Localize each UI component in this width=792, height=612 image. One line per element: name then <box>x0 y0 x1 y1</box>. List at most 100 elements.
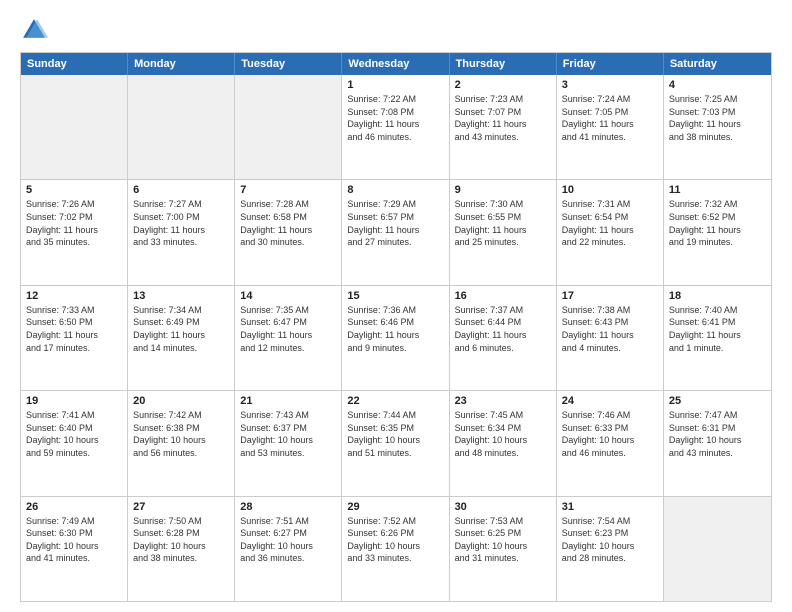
calendar-cell: 16 Sunrise: 7:37 AM Sunset: 6:44 PM Dayli… <box>450 286 557 390</box>
day-number: 27 <box>133 501 229 513</box>
calendar-cell: 17 Sunrise: 7:38 AM Sunset: 6:43 PM Dayli… <box>557 286 664 390</box>
cell-detail: Sunrise: 7:38 AM Sunset: 6:43 PM Dayligh… <box>562 304 658 354</box>
cell-detail: Sunrise: 7:35 AM Sunset: 6:47 PM Dayligh… <box>240 304 336 354</box>
calendar-cell: 31Sunrise: 7:54 AM Sunset: 6:23 PM Dayli… <box>557 497 664 601</box>
calendar-cell <box>21 75 128 179</box>
cell-detail: Sunrise: 7:52 AM Sunset: 6:26 PM Dayligh… <box>347 515 443 565</box>
calendar-cell: 12 Sunrise: 7:33 AM Sunset: 6:50 PM Dayli… <box>21 286 128 390</box>
cell-detail: Sunrise: 7:33 AM Sunset: 6:50 PM Dayligh… <box>26 304 122 354</box>
calendar-cell: 27 Sunrise: 7:50 AM Sunset: 6:28 PM Dayli… <box>128 497 235 601</box>
day-number: 28 <box>240 501 336 513</box>
calendar-cell: 14 Sunrise: 7:35 AM Sunset: 6:47 PM Dayli… <box>235 286 342 390</box>
calendar-cell: 23 Sunrise: 7:45 AM Sunset: 6:34 PM Dayli… <box>450 391 557 495</box>
cell-detail: Sunrise: 7:32 AM Sunset: 6:52 PM Dayligh… <box>669 198 766 248</box>
calendar-cell: 7 Sunrise: 7:28 AM Sunset: 6:58 PM Daylig… <box>235 180 342 284</box>
day-number: 10 <box>562 184 658 196</box>
day-number: 13 <box>133 290 229 302</box>
cell-detail: Sunrise: 7:25 AM Sunset: 7:03 PM Dayligh… <box>669 93 766 143</box>
cell-detail: Sunrise: 7:44 AM Sunset: 6:35 PM Dayligh… <box>347 409 443 459</box>
calendar-cell: 21 Sunrise: 7:43 AM Sunset: 6:37 PM Dayli… <box>235 391 342 495</box>
calendar-cell: 15Sunrise: 7:36 AM Sunset: 6:46 PM Dayli… <box>342 286 449 390</box>
calendar: SundayMondayTuesdayWednesdayThursdayFrid… <box>20 52 772 602</box>
cell-detail: Sunrise: 7:37 AM Sunset: 6:44 PM Dayligh… <box>455 304 551 354</box>
cell-detail: Sunrise: 7:45 AM Sunset: 6:34 PM Dayligh… <box>455 409 551 459</box>
day-number: 11 <box>669 184 766 196</box>
day-number: 29 <box>347 501 443 513</box>
cell-detail: Sunrise: 7:40 AM Sunset: 6:41 PM Dayligh… <box>669 304 766 354</box>
cell-detail: Sunrise: 7:51 AM Sunset: 6:27 PM Dayligh… <box>240 515 336 565</box>
cell-detail: Sunrise: 7:41 AM Sunset: 6:40 PM Dayligh… <box>26 409 122 459</box>
cell-detail: Sunrise: 7:53 AM Sunset: 6:25 PM Dayligh… <box>455 515 551 565</box>
day-number: 9 <box>455 184 551 196</box>
header-day-monday: Monday <box>128 53 235 75</box>
header-day-tuesday: Tuesday <box>235 53 342 75</box>
day-number: 20 <box>133 395 229 407</box>
day-number: 8 <box>347 184 443 196</box>
calendar-cell: 1 Sunrise: 7:22 AM Sunset: 7:08 PM Daylig… <box>342 75 449 179</box>
calendar-cell <box>128 75 235 179</box>
logo-icon <box>20 16 48 44</box>
calendar-cell: 22 Sunrise: 7:44 AM Sunset: 6:35 PM Dayli… <box>342 391 449 495</box>
calendar-cell <box>664 497 771 601</box>
cell-detail: Sunrise: 7:47 AM Sunset: 6:31 PM Dayligh… <box>669 409 766 459</box>
calendar-cell: 26Sunrise: 7:49 AM Sunset: 6:30 PM Dayli… <box>21 497 128 601</box>
cell-detail: Sunrise: 7:30 AM Sunset: 6:55 PM Dayligh… <box>455 198 551 248</box>
calendar-cell: 19 Sunrise: 7:41 AM Sunset: 6:40 PM Dayli… <box>21 391 128 495</box>
calendar-row-0: 1 Sunrise: 7:22 AM Sunset: 7:08 PM Daylig… <box>21 75 771 179</box>
day-number: 23 <box>455 395 551 407</box>
calendar-cell: 2Sunrise: 7:23 AM Sunset: 7:07 PM Daylig… <box>450 75 557 179</box>
calendar-body: 1 Sunrise: 7:22 AM Sunset: 7:08 PM Daylig… <box>21 75 771 601</box>
day-number: 3 <box>562 79 658 91</box>
day-number: 16 <box>455 290 551 302</box>
cell-detail: Sunrise: 7:27 AM Sunset: 7:00 PM Dayligh… <box>133 198 229 248</box>
day-number: 6 <box>133 184 229 196</box>
cell-detail: Sunrise: 7:31 AM Sunset: 6:54 PM Dayligh… <box>562 198 658 248</box>
header-day-thursday: Thursday <box>450 53 557 75</box>
calendar-cell: 13 Sunrise: 7:34 AM Sunset: 6:49 PM Dayli… <box>128 286 235 390</box>
calendar-cell: 10 Sunrise: 7:31 AM Sunset: 6:54 PM Dayli… <box>557 180 664 284</box>
header-day-sunday: Sunday <box>21 53 128 75</box>
calendar-header: SundayMondayTuesdayWednesdayThursdayFrid… <box>21 53 771 75</box>
day-number: 14 <box>240 290 336 302</box>
calendar-cell: 9 Sunrise: 7:30 AM Sunset: 6:55 PM Daylig… <box>450 180 557 284</box>
day-number: 12 <box>26 290 122 302</box>
day-number: 24 <box>562 395 658 407</box>
calendar-cell <box>235 75 342 179</box>
logo <box>20 16 52 44</box>
cell-detail: Sunrise: 7:23 AM Sunset: 7:07 PM Dayligh… <box>455 93 551 143</box>
calendar-cell: 6 Sunrise: 7:27 AM Sunset: 7:00 PM Daylig… <box>128 180 235 284</box>
day-number: 7 <box>240 184 336 196</box>
calendar-cell: 28 Sunrise: 7:51 AM Sunset: 6:27 PM Dayli… <box>235 497 342 601</box>
calendar-cell: 3Sunrise: 7:24 AM Sunset: 7:05 PM Daylig… <box>557 75 664 179</box>
calendar-row-1: 5Sunrise: 7:26 AM Sunset: 7:02 PM Daylig… <box>21 179 771 284</box>
cell-detail: Sunrise: 7:34 AM Sunset: 6:49 PM Dayligh… <box>133 304 229 354</box>
cell-detail: Sunrise: 7:28 AM Sunset: 6:58 PM Dayligh… <box>240 198 336 248</box>
day-number: 31 <box>562 501 658 513</box>
day-number: 1 <box>347 79 443 91</box>
calendar-cell: 4Sunrise: 7:25 AM Sunset: 7:03 PM Daylig… <box>664 75 771 179</box>
calendar-row-4: 26Sunrise: 7:49 AM Sunset: 6:30 PM Dayli… <box>21 496 771 601</box>
day-number: 19 <box>26 395 122 407</box>
day-number: 18 <box>669 290 766 302</box>
calendar-cell: 30 Sunrise: 7:53 AM Sunset: 6:25 PM Dayli… <box>450 497 557 601</box>
day-number: 22 <box>347 395 443 407</box>
day-number: 30 <box>455 501 551 513</box>
day-number: 21 <box>240 395 336 407</box>
header-day-friday: Friday <box>557 53 664 75</box>
header <box>20 16 772 44</box>
calendar-cell: 5Sunrise: 7:26 AM Sunset: 7:02 PM Daylig… <box>21 180 128 284</box>
cell-detail: Sunrise: 7:22 AM Sunset: 7:08 PM Dayligh… <box>347 93 443 143</box>
day-number: 5 <box>26 184 122 196</box>
calendar-cell: 25Sunrise: 7:47 AM Sunset: 6:31 PM Dayli… <box>664 391 771 495</box>
cell-detail: Sunrise: 7:50 AM Sunset: 6:28 PM Dayligh… <box>133 515 229 565</box>
day-number: 15 <box>347 290 443 302</box>
header-day-wednesday: Wednesday <box>342 53 449 75</box>
header-day-saturday: Saturday <box>664 53 771 75</box>
cell-detail: Sunrise: 7:43 AM Sunset: 6:37 PM Dayligh… <box>240 409 336 459</box>
cell-detail: Sunrise: 7:46 AM Sunset: 6:33 PM Dayligh… <box>562 409 658 459</box>
day-number: 17 <box>562 290 658 302</box>
page: SundayMondayTuesdayWednesdayThursdayFrid… <box>0 0 792 612</box>
calendar-cell: 24 Sunrise: 7:46 AM Sunset: 6:33 PM Dayli… <box>557 391 664 495</box>
calendar-cell: 29 Sunrise: 7:52 AM Sunset: 6:26 PM Dayli… <box>342 497 449 601</box>
cell-detail: Sunrise: 7:49 AM Sunset: 6:30 PM Dayligh… <box>26 515 122 565</box>
